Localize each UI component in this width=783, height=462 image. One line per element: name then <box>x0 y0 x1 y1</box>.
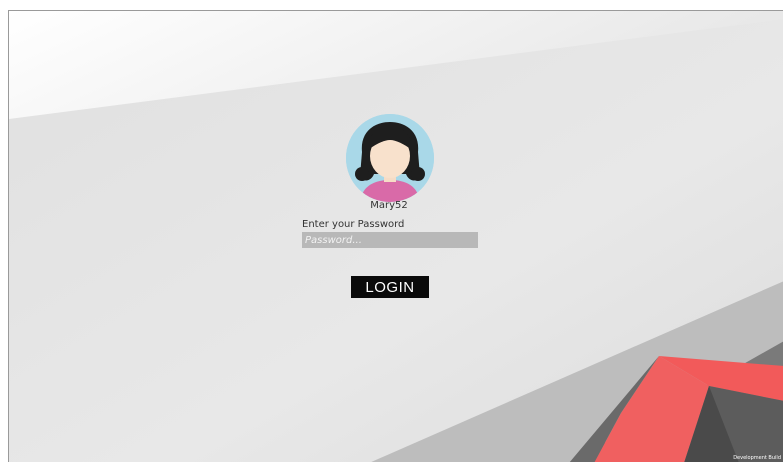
username-label: Mary52 <box>370 200 408 211</box>
login-screen: Mary52 Enter your Password LOGIN Develop… <box>0 0 783 462</box>
password-input[interactable] <box>302 232 478 248</box>
user-avatar <box>346 114 434 202</box>
login-button[interactable]: LOGIN <box>351 276 429 298</box>
girl-avatar-icon <box>346 114 434 202</box>
password-label: Enter your Password <box>302 219 405 230</box>
dev-build-note: Development Build <box>733 455 781 461</box>
login-panel: Mary52 Enter your Password LOGIN <box>9 11 783 462</box>
app-window: Mary52 Enter your Password LOGIN Develop… <box>8 10 783 462</box>
